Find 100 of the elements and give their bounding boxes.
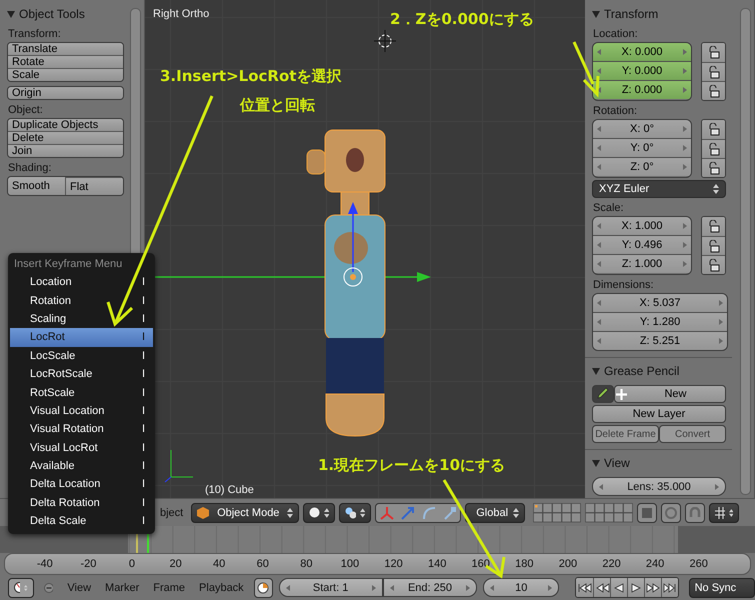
lock-toggle[interactable] — [702, 43, 725, 62]
number-field[interactable]: X: 0° — [593, 120, 691, 138]
left-arrow-icon[interactable] — [597, 164, 601, 170]
playback-button[interactable] — [610, 578, 627, 598]
menu-item[interactable]: bject — [160, 506, 184, 519]
tool-button[interactable]: Join — [8, 144, 123, 157]
pivot-dropdown[interactable] — [339, 502, 372, 523]
menu-item[interactable]: View — [63, 582, 96, 594]
playback-button[interactable] — [626, 578, 644, 598]
lock-toggle[interactable] — [702, 139, 725, 158]
number-field[interactable]: Z: 1.000 — [593, 254, 691, 273]
playback-button[interactable] — [644, 578, 661, 598]
tool-button[interactable]: Scale — [8, 68, 123, 81]
menu-item[interactable]: Scaling I — [10, 310, 153, 328]
number-field[interactable]: X: 1.000 — [593, 217, 691, 235]
sync-dropdown[interactable]: No Sync — [688, 578, 755, 598]
left-arrow-icon[interactable] — [597, 261, 601, 267]
left-arrow-icon[interactable] — [597, 49, 601, 55]
menu-item[interactable]: Delta Rotation I — [10, 494, 153, 512]
lock-toggle[interactable] — [702, 62, 725, 81]
number-field[interactable]: Z: 0.000 — [593, 80, 691, 99]
right-arrow-icon[interactable] — [372, 584, 376, 591]
playback-button[interactable] — [576, 578, 594, 598]
number-field[interactable]: Y: 1.280 — [593, 312, 727, 331]
left-arrow-icon[interactable] — [390, 584, 394, 591]
tool-button[interactable]: Duplicate Objects — [8, 119, 123, 131]
right-arrow-icon[interactable] — [682, 49, 687, 55]
start-frame-field[interactable]: Start: 1 — [278, 578, 383, 598]
left-arrow-icon[interactable] — [597, 242, 601, 248]
left-arrow-icon[interactable] — [597, 68, 601, 74]
right-arrow-icon[interactable] — [682, 261, 687, 267]
right-arrow-icon[interactable] — [719, 319, 723, 325]
shading-dropdown[interactable] — [303, 502, 336, 523]
menu-item[interactable]: LocRotScale I — [10, 364, 153, 384]
lock-toggle[interactable] — [702, 236, 725, 255]
layer-grid-icon[interactable] — [533, 502, 582, 523]
tool-button[interactable]: Translate — [8, 43, 123, 55]
layer-grid-icon[interactable] — [585, 502, 634, 523]
record-button[interactable] — [254, 578, 273, 598]
new-layer-button[interactable]: New Layer — [592, 405, 726, 423]
end-frame-field[interactable]: End: 250 — [382, 578, 478, 598]
right-arrow-icon[interactable] — [718, 300, 723, 306]
menu-item[interactable]: Playback — [195, 582, 248, 594]
number-field[interactable]: X: 5.037 — [593, 294, 727, 312]
left-arrow-icon[interactable] — [597, 300, 601, 306]
collapse-triangle-icon[interactable] — [592, 368, 600, 374]
left-arrow-icon[interactable] — [599, 484, 603, 490]
number-field[interactable]: Y: 0.496 — [593, 235, 691, 254]
playback-button[interactable] — [660, 578, 678, 598]
snap-button[interactable] — [685, 502, 706, 523]
right-arrow-icon[interactable] — [682, 164, 687, 170]
snap-element-dropdown[interactable] — [709, 502, 740, 523]
menu-item[interactable]: Visual Rotation I — [10, 420, 153, 439]
left-arrow-icon[interactable] — [597, 223, 601, 229]
menu-item[interactable]: Rotation I — [10, 291, 153, 310]
scrollbar[interactable] — [740, 8, 751, 495]
editor-type-dropdown[interactable] — [8, 578, 34, 598]
left-arrow-icon[interactable] — [490, 584, 494, 591]
lens-field[interactable]: Lens: 35.000 — [592, 477, 726, 496]
menu-item[interactable]: Delta Scale I — [10, 512, 153, 530]
orientation-dropdown[interactable]: Global — [465, 502, 526, 523]
proportional-edit-button[interactable] — [661, 502, 682, 523]
menu-item[interactable]: Available I — [10, 456, 153, 476]
right-arrow-icon[interactable] — [718, 338, 723, 344]
tool-button[interactable]: Delete — [8, 131, 123, 144]
menu-item[interactable]: Marker — [101, 582, 144, 594]
pencil-button[interactable] — [592, 385, 614, 403]
left-arrow-icon[interactable] — [597, 87, 601, 93]
menu-item[interactable]: Visual Location I — [10, 402, 153, 420]
left-arrow-icon[interactable] — [597, 319, 601, 325]
number-field[interactable]: X: 0.000 — [593, 43, 691, 61]
collapse-triangle-icon[interactable] — [592, 10, 600, 18]
playback-button[interactable] — [593, 578, 610, 598]
collapse-menu-icon[interactable] — [44, 582, 54, 593]
menu-item[interactable]: Location I — [10, 273, 153, 292]
menu-item[interactable]: Visual LocRot I — [10, 438, 153, 457]
right-arrow-icon[interactable] — [466, 584, 470, 591]
new-button[interactable]: New — [614, 385, 726, 403]
menu-item[interactable]: Delta Location I — [10, 475, 153, 494]
rotation-mode-dropdown[interactable]: XYZ Euler — [592, 180, 726, 198]
menu-item[interactable]: LocRot I — [10, 328, 153, 347]
lock-toggle[interactable] — [702, 158, 725, 177]
menu-item[interactable]: RotScale I — [10, 383, 153, 402]
left-arrow-icon[interactable] — [597, 145, 601, 151]
current-frame-field[interactable]: 10 — [483, 578, 560, 598]
collapse-triangle-icon[interactable] — [7, 10, 15, 18]
lock-toggle[interactable] — [702, 120, 725, 139]
tool-button[interactable]: Rotate — [8, 55, 123, 68]
tool-button[interactable]: Smooth — [8, 177, 65, 195]
left-arrow-icon[interactable] — [597, 338, 601, 344]
right-arrow-icon[interactable] — [683, 242, 687, 248]
left-arrow-icon[interactable] — [286, 584, 290, 591]
left-arrow-icon[interactable] — [597, 126, 601, 132]
lock-toggle[interactable] — [702, 255, 725, 274]
number-field[interactable]: Y: 0° — [593, 138, 691, 157]
right-arrow-icon[interactable] — [715, 484, 719, 490]
right-arrow-icon[interactable] — [682, 145, 687, 151]
mode-dropdown[interactable]: Object Mode — [191, 502, 300, 523]
right-arrow-icon[interactable] — [548, 584, 552, 591]
number-field[interactable]: Y: 0.000 — [593, 61, 691, 80]
